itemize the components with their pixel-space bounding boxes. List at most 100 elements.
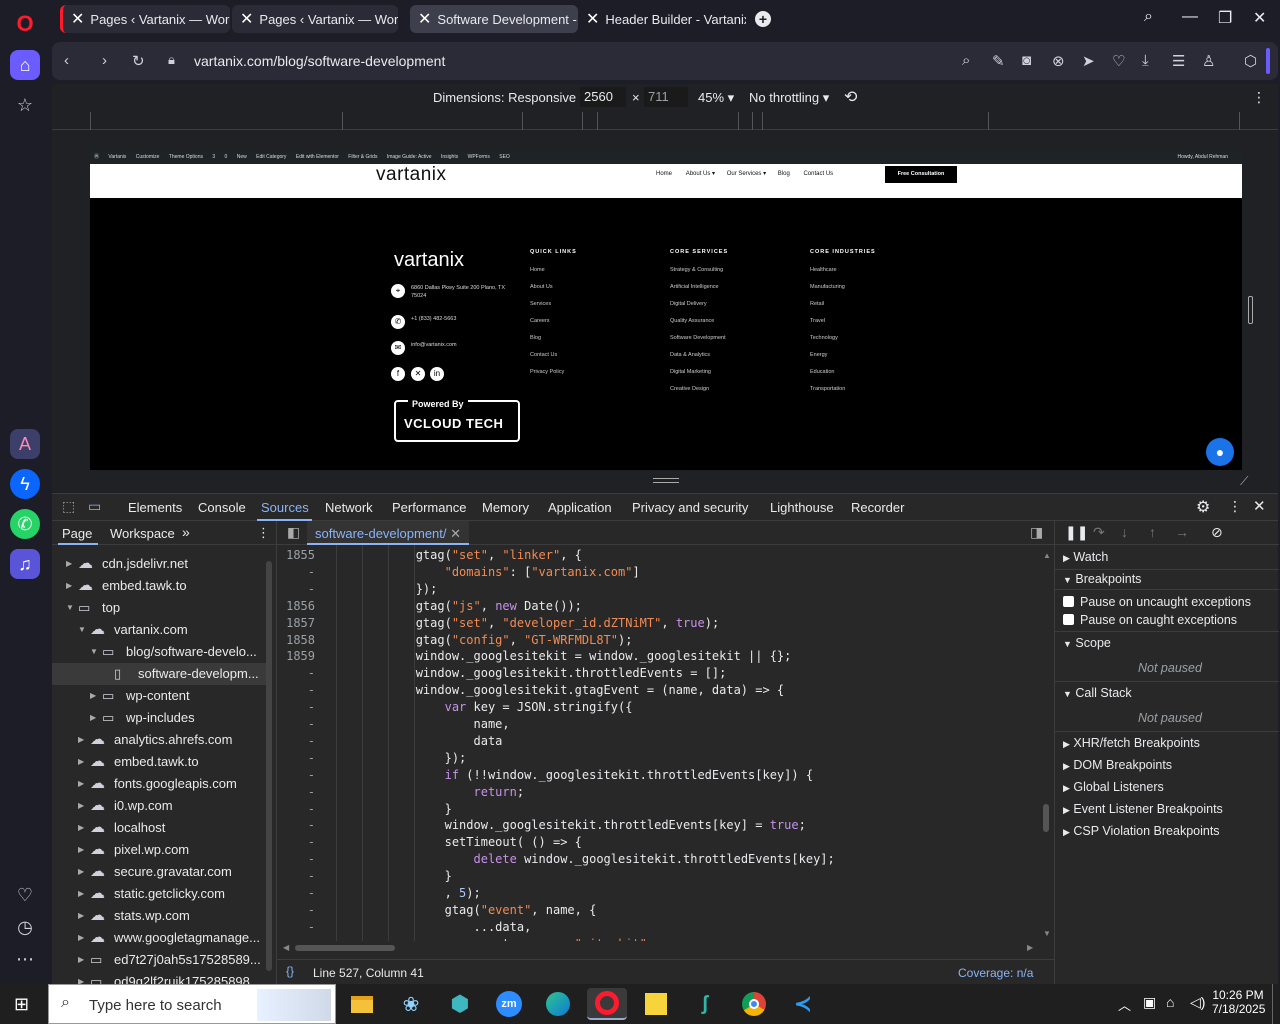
footer-email[interactable]: info@vartanix.com — [411, 342, 457, 348]
paint-icon[interactable]: ❀ — [391, 988, 431, 1020]
tree-item[interactable]: ▶ ☁ pixel.wp.com — [52, 839, 267, 861]
admin-item[interactable]: Insights — [441, 154, 458, 160]
tree-arrow-icon[interactable]: ▶ — [78, 839, 84, 861]
admin-item[interactable]: WPForms — [468, 154, 490, 160]
code-line[interactable]: - } — [277, 868, 452, 885]
tree-arrow-icon[interactable]: ▶ — [78, 971, 84, 984]
footer-link[interactable]: Services — [530, 301, 564, 318]
footer-link[interactable]: Manufacturing — [810, 284, 845, 301]
footer-link[interactable]: Data & Analytics — [670, 352, 726, 369]
tree-item[interactable]: ▶ ☁ embed.tawk.to — [52, 751, 267, 773]
wp-logo-icon[interactable]: Ⓦ — [94, 154, 99, 160]
line-number[interactable]: - — [277, 801, 315, 818]
line-number[interactable]: - — [277, 868, 315, 885]
more-tabs-icon[interactable]: » — [182, 524, 190, 540]
tab-privacy[interactable]: Privacy and security — [632, 500, 748, 515]
reload-icon[interactable]: ↻ — [132, 52, 145, 70]
csp-violation-breakpoints-section[interactable]: ▶ CSP Violation Breakpoints — [1063, 824, 1220, 838]
line-number[interactable]: - — [277, 581, 315, 598]
tree-arrow-icon[interactable]: ▶ — [78, 905, 84, 927]
code-line[interactable]: - event_source: "site-kit" — [277, 936, 647, 941]
star-icon[interactable]: ☆ — [10, 90, 40, 120]
tree-arrow-icon[interactable]: ▶ — [78, 773, 84, 795]
heart-icon[interactable]: ♡ — [10, 880, 40, 910]
admin-item[interactable]: Filter & Grids — [348, 154, 377, 160]
toggle-navigator-icon[interactable]: ◧ — [287, 524, 300, 541]
opera-taskbar-icon[interactable] — [587, 988, 627, 1020]
heart-icon[interactable]: ♡ — [1112, 52, 1125, 70]
code-line[interactable]: - data — [277, 733, 503, 750]
devtools-menu-icon[interactable]: ⋮ — [1228, 498, 1242, 515]
zoom-select[interactable]: 45% ▾ — [698, 90, 734, 106]
tree-item[interactable]: ▶ ☁ cdn.jsdelivr.net — [52, 553, 267, 575]
line-number[interactable]: - — [277, 665, 315, 682]
admin-item[interactable]: 0 — [225, 154, 228, 160]
admin-item[interactable]: New — [237, 154, 247, 160]
code-line[interactable]: - gtag("event", name, { — [277, 902, 597, 919]
line-number[interactable]: 1858 — [277, 632, 315, 649]
tree-scrollbar[interactable] — [266, 561, 272, 971]
tab-memory[interactable]: Memory — [482, 500, 529, 515]
tree-item[interactable]: ▶ ☁ analytics.ahrefs.com — [52, 729, 267, 751]
scroll-left-arrow[interactable]: ◀ — [283, 943, 289, 952]
tree-arrow-icon[interactable]: ▶ — [78, 883, 84, 905]
volume-icon[interactable]: ◁) — [1190, 994, 1205, 1011]
tree-item[interactable]: ▶ ☁ www.googletagmanage... — [52, 927, 267, 949]
line-number[interactable]: - — [277, 784, 315, 801]
free-consultation-button[interactable]: Free Consultation — [885, 166, 957, 183]
line-number[interactable]: - — [277, 936, 315, 941]
footer-link[interactable]: Blog — [530, 335, 564, 352]
nav-services[interactable]: Our Services — [727, 171, 762, 177]
vscode-icon[interactable]: ≺ — [783, 988, 823, 1020]
tree-item[interactable]: ▼ ▭ top — [52, 597, 267, 619]
tree-item[interactable]: ▶ ☁ embed.tawk.to — [52, 575, 267, 597]
subtab-page[interactable]: Page — [62, 526, 92, 541]
step-out-icon[interactable]: ↑ — [1149, 524, 1156, 540]
linkedin-icon[interactable]: in — [430, 367, 444, 381]
line-number[interactable]: 1856 — [277, 598, 315, 615]
footer-link[interactable]: Contact Us — [530, 352, 564, 369]
tree-item[interactable]: ▶ ☁ secure.gravatar.com — [52, 861, 267, 883]
footer-link[interactable]: About Us — [530, 284, 564, 301]
adblock-icon[interactable]: ⊗ — [1052, 52, 1065, 70]
aria-icon[interactable]: A — [10, 429, 40, 459]
navigator-menu-icon[interactable]: ⋮ — [257, 525, 270, 541]
toggle-debugger-icon[interactable]: ◨ — [1030, 524, 1043, 541]
tab-sources[interactable]: Sources — [261, 500, 309, 515]
footer-phone[interactable]: +1 (833) 482-5663 — [411, 316, 456, 322]
edit-icon[interactable]: ✎ — [992, 52, 1005, 70]
tree-item[interactable]: ▶ ▭ wp-content — [52, 685, 267, 707]
corner-resize-icon[interactable]: ⟋ — [1240, 474, 1248, 489]
code-line[interactable]: - name, — [277, 716, 510, 733]
network-icon[interactable]: ⌂ — [1166, 994, 1174, 1010]
tree-item[interactable]: ▶ ▭ od9q2lf2ruik175285898 — [52, 971, 267, 984]
code-line[interactable]: 1859 window._googlesitekit = window._goo… — [277, 648, 791, 665]
nav-contact[interactable]: Contact Us — [803, 171, 833, 177]
tree-item[interactable]: ▶ ☁ i0.wp.com — [52, 795, 267, 817]
tree-arrow-icon[interactable]: ▶ — [78, 795, 84, 817]
footer-link[interactable]: Careers — [530, 318, 564, 335]
send-icon[interactable]: ➤ — [1082, 52, 1095, 70]
tree-item[interactable]: ▯ software-developm... — [52, 663, 267, 685]
search-page-icon[interactable]: ⌕ — [962, 52, 970, 69]
facebook-icon[interactable]: f — [391, 367, 405, 381]
admin-item[interactable]: Edit Category — [256, 154, 286, 160]
code-line[interactable]: - }); — [277, 581, 438, 598]
line-number[interactable]: 1855 — [277, 547, 315, 564]
editor-hscrollbar[interactable] — [295, 945, 395, 951]
line-number[interactable]: - — [277, 682, 315, 699]
back-icon[interactable]: ‹ — [64, 52, 69, 69]
scope-section[interactable]: ▼ Scope — [1063, 636, 1111, 650]
line-number[interactable]: - — [277, 716, 315, 733]
chrome-icon[interactable] — [734, 988, 774, 1020]
line-number[interactable]: - — [277, 564, 315, 581]
deactivate-breakpoints-icon[interactable]: ⊘ — [1211, 524, 1223, 541]
admin-item[interactable]: Customize — [136, 154, 160, 160]
nav-about[interactable]: About Us — [686, 171, 711, 177]
tree-item[interactable]: ▶ ▭ ed7t27j0ah5s17528589... — [52, 949, 267, 971]
admin-item[interactable]: Edit with Elementor — [296, 154, 339, 160]
footer-link[interactable]: Transportation — [810, 386, 845, 403]
code-line[interactable]: 1856 gtag("js", new Date()); — [277, 598, 582, 615]
download-icon[interactable]: ⤓ — [1142, 52, 1149, 69]
media-query-bar[interactable] — [52, 112, 1278, 130]
